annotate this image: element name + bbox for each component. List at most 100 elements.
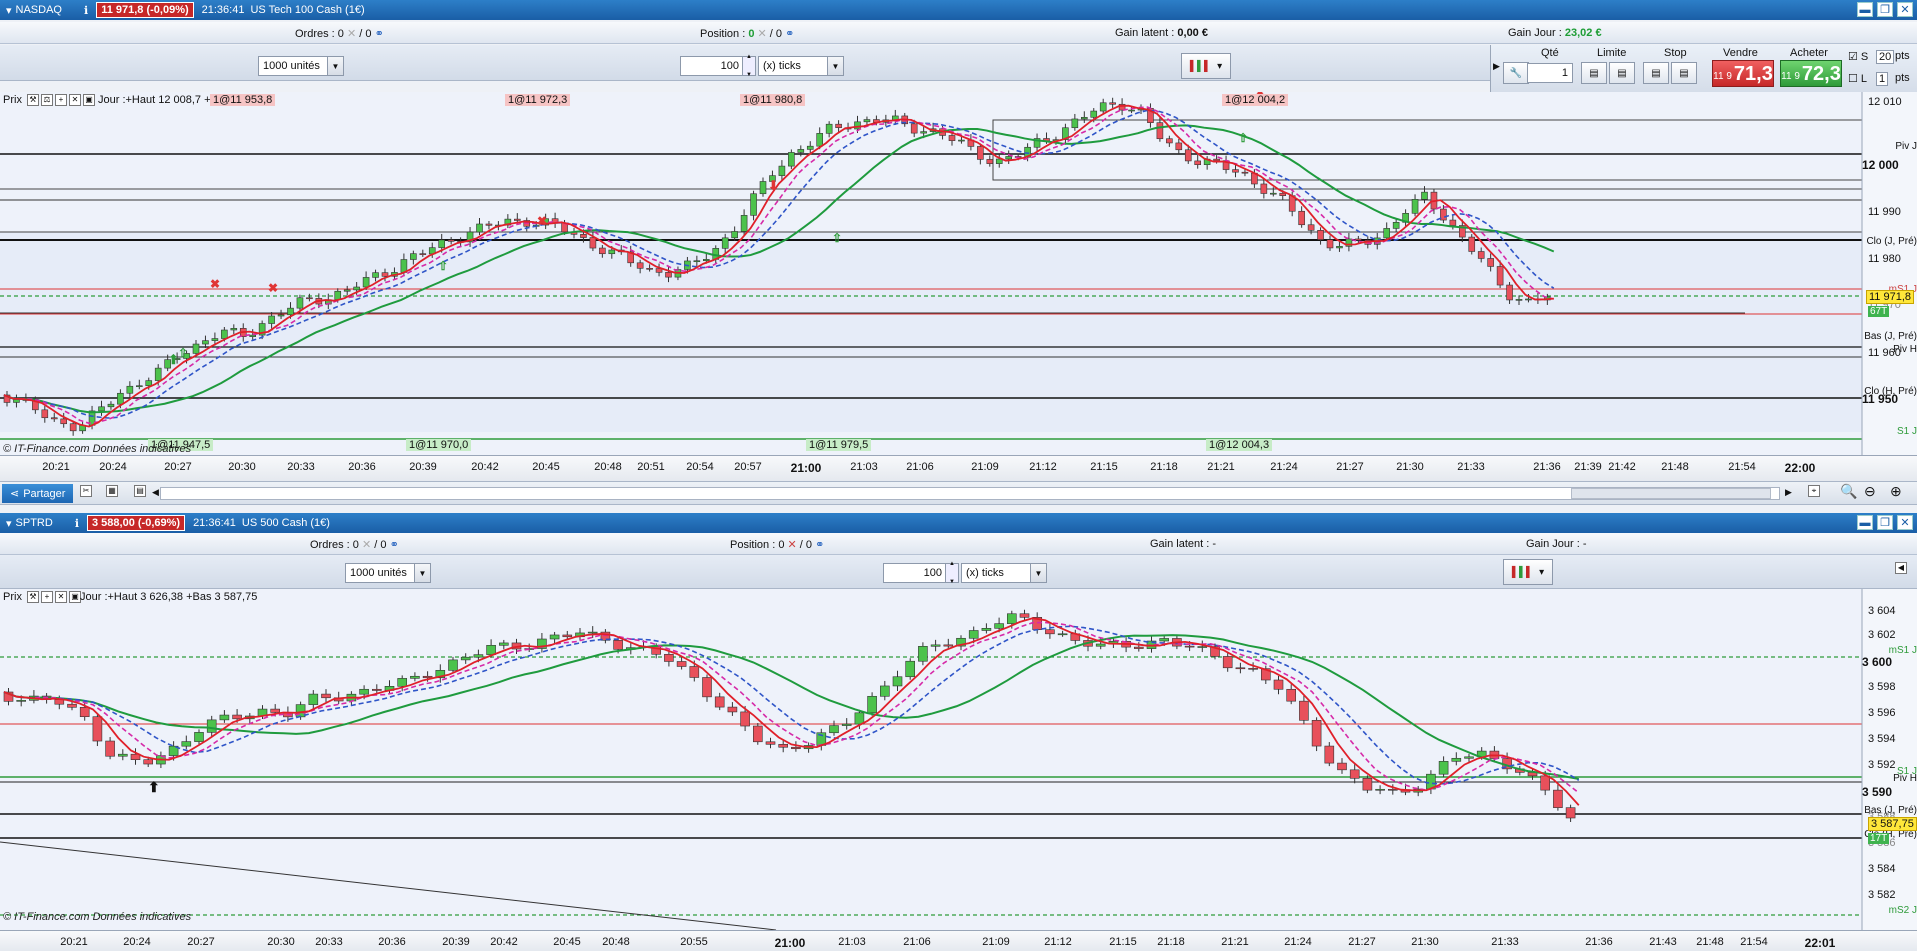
- s-pts-input[interactable]: 20: [1876, 50, 1895, 64]
- chain-icon[interactable]: ⚭: [390, 539, 399, 551]
- chart-band: [0, 232, 1862, 432]
- minimize-icon[interactable]: ▬: [1857, 515, 1873, 530]
- chevron-down-icon[interactable]: ▼: [327, 57, 343, 75]
- horizontal-scrollbar[interactable]: [160, 487, 1780, 500]
- l-checkbox[interactable]: ☐ L: [1848, 72, 1867, 85]
- zoom-area-icon[interactable]: 🔍: [1840, 483, 1857, 500]
- close-icon[interactable]: ✕: [1897, 515, 1913, 530]
- spinner-icon[interactable]: ▲ ▼: [742, 54, 755, 78]
- wrench-icon[interactable]: ⚒: [27, 591, 40, 604]
- candle-body: [1109, 102, 1116, 105]
- bottom-candle-svg[interactable]: ⬆: [0, 589, 1917, 930]
- remove-icon[interactable]: ✕: [69, 94, 82, 107]
- top-qty-input[interactable]: 100 ▲ ▼: [680, 54, 756, 78]
- close-icon[interactable]: ✕: [758, 28, 767, 40]
- order-tag-buy[interactable]: 1@11 979,5: [806, 439, 872, 451]
- order-tag-sell[interactable]: 1@11 972,3: [505, 94, 571, 106]
- scissors-icon[interactable]: ✂: [80, 485, 92, 497]
- order-tag-sell[interactable]: 1@11 980,8: [740, 94, 806, 106]
- limit-buy-icon[interactable]: ▤: [1581, 62, 1607, 84]
- top-symbol-group[interactable]: ▾ NASDAQ ℹ: [6, 4, 88, 17]
- bottom-units-select[interactable]: 1000 unités ▼: [345, 563, 431, 583]
- candle-body: [1565, 807, 1576, 819]
- x-tick: 21:12: [1029, 461, 1057, 473]
- candle-body: [1506, 284, 1513, 301]
- chevron-down-icon[interactable]: ▼: [414, 564, 430, 582]
- x-tick: 20:48: [594, 461, 622, 473]
- qte-input[interactable]: 1: [1527, 63, 1573, 83]
- scroll-thumb[interactable]: [1571, 488, 1771, 499]
- level-label: Bas (J, Pré): [1864, 331, 1917, 342]
- buy-button[interactable]: 11 9 72,3: [1780, 60, 1842, 87]
- bottom-symbol-group[interactable]: ▾ SPTRD ℹ: [6, 517, 79, 530]
- scroll-right-icon[interactable]: ▶: [1785, 487, 1792, 498]
- close-icon[interactable]: ✕: [347, 28, 356, 40]
- top-orders: Ordres : 0 ✕ / 0 ⚭: [295, 28, 384, 40]
- qte-label: Qté: [1541, 47, 1559, 59]
- sell-button[interactable]: 11 9 71,3: [1712, 60, 1774, 87]
- trade-panel: ▶ 🔧 Qté 1 Limite ▤ ▤ Stop ▤ ▤ Vendre Ach…: [1490, 45, 1917, 92]
- layers-icon[interactable]: ▣: [83, 94, 96, 107]
- bottom-ticks-select[interactable]: (x) ticks ▼: [961, 563, 1047, 583]
- candle-body: [788, 152, 795, 167]
- bottom-qty-input[interactable]: 100 ▲ ▼: [883, 561, 959, 585]
- s-checkbox[interactable]: ☑ S: [1848, 50, 1868, 63]
- spinner-icon[interactable]: ▲ ▼: [945, 561, 958, 585]
- candle-body: [676, 661, 687, 667]
- candle-body: [381, 272, 389, 277]
- chevron-down-icon[interactable]: ▼: [1030, 564, 1046, 582]
- top-ticks-select[interactable]: (x) ticks ▼: [758, 56, 844, 76]
- limit-sell-icon[interactable]: ▤: [1609, 62, 1635, 84]
- restore-icon[interactable]: ❐: [1877, 2, 1893, 17]
- minimize-icon[interactable]: ▬: [1857, 2, 1873, 17]
- close-icon[interactable]: ✕: [362, 539, 371, 551]
- chain-icon[interactable]: ⚭: [785, 28, 794, 40]
- top-position: Position : 0 ✕ / 0 ⚭: [700, 28, 795, 40]
- close-icon[interactable]: ✕: [1897, 2, 1913, 17]
- share-button[interactable]: ⋖ Partager: [2, 484, 74, 503]
- chevron-down-icon[interactable]: ▾: [6, 4, 12, 17]
- stop-buy-icon[interactable]: ▤: [1643, 62, 1669, 84]
- zoom-fit-icon[interactable]: ⌖: [1808, 485, 1820, 497]
- candle-body: [397, 678, 408, 687]
- scale-icon[interactable]: ⚖: [41, 94, 54, 107]
- candle-body: [1248, 668, 1258, 670]
- top-chart-style-button[interactable]: ▌▌▌ ▾: [1181, 53, 1231, 79]
- top-units-select[interactable]: 1000 unités ▼: [258, 56, 344, 76]
- bottom-chart-style-button[interactable]: ▌▌▌ ▾: [1503, 559, 1553, 585]
- order-tag-buy[interactable]: 1@11 970,0: [406, 439, 472, 451]
- chain-icon[interactable]: ⚭: [375, 28, 384, 40]
- calculator-icon[interactable]: ▦: [106, 485, 118, 497]
- bottom-price-chart[interactable]: ⬆ Prix ⚒ + ✕ ▣ Jour :+Haut 3 626,38 +Bas 3 …: [0, 589, 1917, 930]
- restore-icon[interactable]: ❐: [1877, 515, 1893, 530]
- top-price-change: 11 971,8 (-0,09%): [96, 2, 194, 18]
- info-icon[interactable]: ℹ: [84, 4, 88, 17]
- y-tick: 3 590: [1862, 785, 1893, 799]
- order-tag-sell[interactable]: 1@11 953,8: [210, 94, 276, 106]
- chevron-down-icon[interactable]: ▼: [827, 57, 843, 75]
- scroll-left-icon[interactable]: ◀: [152, 487, 159, 498]
- chevron-down-icon[interactable]: ▾: [6, 517, 12, 530]
- close-icon[interactable]: ✕: [788, 539, 797, 551]
- l-pts-input[interactable]: 1: [1876, 72, 1889, 86]
- remove-icon[interactable]: ✕: [55, 591, 68, 604]
- expand-panel-icon[interactable]: ◀: [1895, 562, 1907, 574]
- wrench-icon[interactable]: ⚒: [27, 94, 40, 107]
- info-icon[interactable]: ℹ: [75, 517, 79, 530]
- add-icon[interactable]: +: [55, 94, 68, 107]
- candle-body: [1392, 222, 1400, 229]
- collapse-icon[interactable]: ▶: [1493, 61, 1500, 72]
- zoom-out-icon[interactable]: ⊖: [1864, 483, 1876, 500]
- chain-icon[interactable]: ⚭: [815, 539, 824, 551]
- layout-icon[interactable]: ▤: [134, 485, 146, 497]
- top-candle-svg[interactable]: ✖✖✖✖⇧⇧⇧⇧⬇⬆: [0, 92, 1917, 455]
- order-tag-sell[interactable]: 1@12 004,2: [1222, 94, 1289, 106]
- top-price-chart[interactable]: ✖✖✖✖⇧⇧⇧⇧⬇⬆ Prix ⚒⚖+✕▣ Jour :+Haut 12 008…: [0, 92, 1917, 455]
- buy-marker-icon: ⇧: [1238, 131, 1248, 145]
- x-tick: 21:54: [1740, 936, 1768, 948]
- add-icon[interactable]: +: [41, 591, 54, 604]
- wrench-icon[interactable]: 🔧: [1503, 62, 1529, 84]
- order-tag-buy[interactable]: 1@12 004,3: [1206, 439, 1273, 451]
- stop-sell-icon[interactable]: ▤: [1671, 62, 1697, 84]
- zoom-in-icon[interactable]: ⊕: [1890, 483, 1902, 500]
